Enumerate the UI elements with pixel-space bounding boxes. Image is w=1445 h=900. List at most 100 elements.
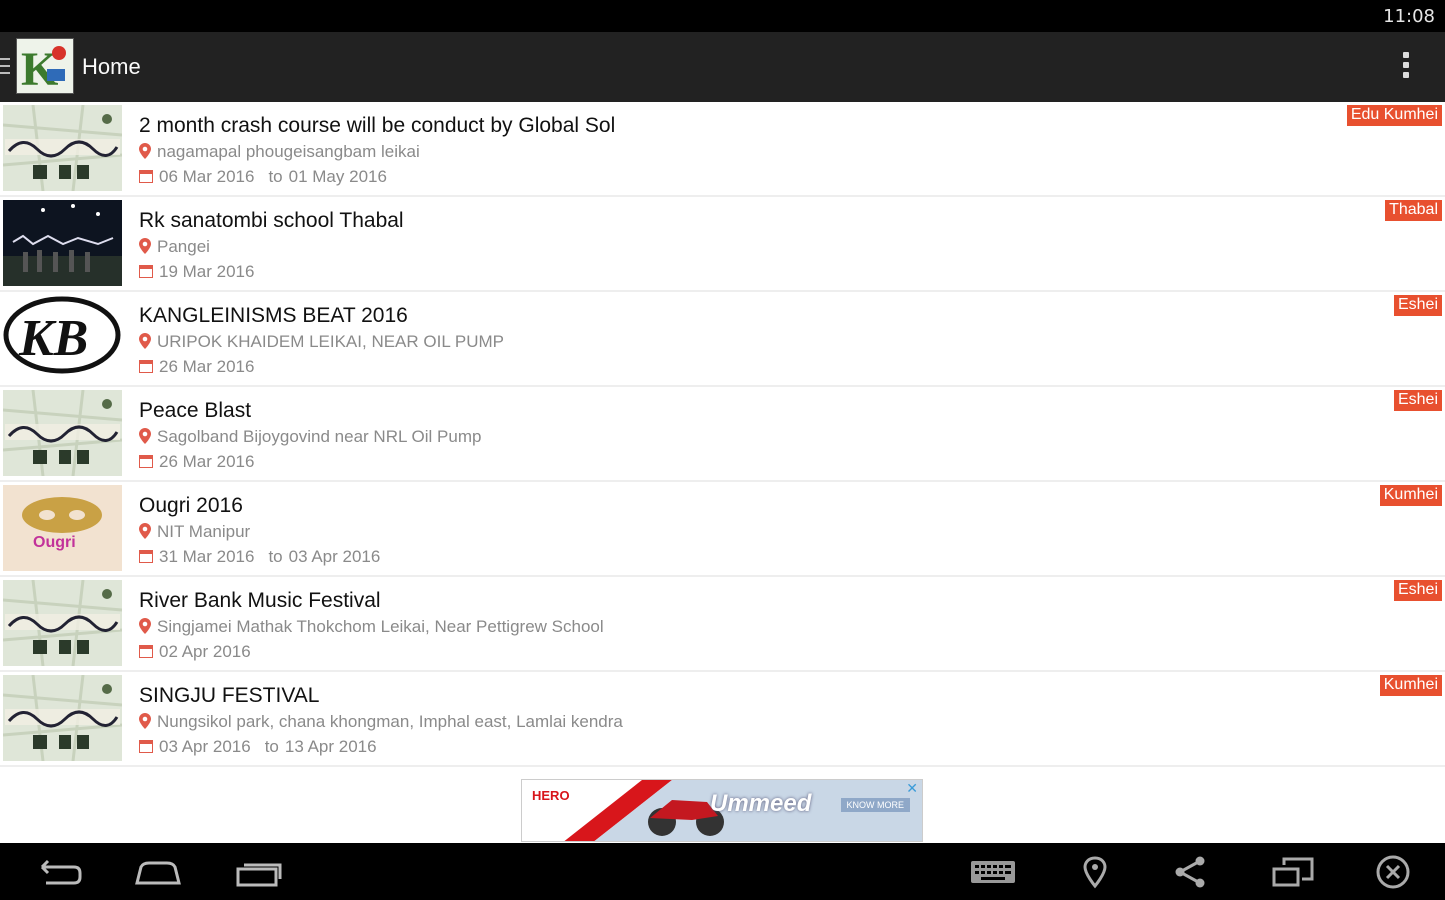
event-title: Rk sanatombi school Thabal bbox=[139, 209, 404, 232]
share-icon[interactable] bbox=[1166, 855, 1216, 889]
event-category-badge: Eshei bbox=[1392, 389, 1443, 412]
location-pin-icon bbox=[139, 143, 151, 159]
event-end-date: 13 Apr 2016 bbox=[284, 737, 377, 756]
event-list-item[interactable]: Peace Blast Sagolband Bijoygovind near N… bbox=[0, 387, 1445, 482]
action-bar: K Home bbox=[0, 32, 1445, 102]
event-dates: 26 Mar 2016 bbox=[139, 452, 254, 472]
svg-text:Ougri: Ougri bbox=[33, 534, 76, 551]
event-location: Pangei bbox=[139, 237, 210, 257]
event-location-text: URIPOK KHAIDEM LEIKAI, NEAR OIL PUMP bbox=[157, 332, 505, 351]
event-location-text: Pangei bbox=[157, 237, 210, 256]
event-start-date: 03 Apr 2016 bbox=[159, 737, 251, 756]
ad-cta-button[interactable]: KNOW MORE bbox=[840, 798, 910, 812]
app-logo[interactable]: K bbox=[16, 38, 74, 96]
event-location: Nungsikol park, chana khongman, Imphal e… bbox=[139, 712, 623, 732]
status-clock: 11:08 bbox=[1383, 6, 1435, 27]
event-start-date: 06 Mar 2016 bbox=[159, 167, 255, 186]
event-list-item[interactable]: 2 month crash course will be conduct by … bbox=[0, 102, 1445, 197]
event-category-badge: Edu Kumhei bbox=[1345, 104, 1443, 127]
calendar-icon bbox=[139, 455, 153, 468]
ad-close-icon[interactable]: ✕ bbox=[906, 780, 918, 797]
home-icon[interactable] bbox=[133, 855, 183, 889]
event-title: River Bank Music Festival bbox=[139, 589, 381, 612]
event-location: URIPOK KHAIDEM LEIKAI, NEAR OIL PUMP bbox=[139, 332, 504, 352]
calendar-icon bbox=[139, 360, 153, 373]
event-title: 2 month crash course will be conduct by … bbox=[139, 114, 616, 137]
event-thumbnail: KB bbox=[3, 295, 122, 381]
location-pin-icon bbox=[139, 238, 151, 254]
recent-apps-icon[interactable] bbox=[234, 855, 284, 889]
event-title: Ougri 2016 bbox=[139, 494, 243, 517]
event-list-item[interactable]: Rk sanatombi school Thabal Pangei 19 Mar… bbox=[0, 197, 1445, 292]
event-start-date: 26 Mar 2016 bbox=[159, 357, 255, 376]
event-dates: 31 Mar 2016 to 03 Apr 2016 bbox=[139, 547, 380, 567]
event-list-item[interactable]: SINGJU FESTIVAL Nungsikol park, chana kh… bbox=[0, 672, 1445, 767]
event-title: Peace Blast bbox=[139, 399, 252, 422]
event-start-date: 02 Apr 2016 bbox=[159, 642, 251, 661]
event-category-badge: Thabal bbox=[1384, 199, 1443, 222]
event-location: Singjamei Mathak Thokchom Leikai, Near P… bbox=[139, 617, 604, 637]
event-thumbnail bbox=[3, 675, 122, 761]
calendar-icon bbox=[139, 645, 153, 658]
location-icon[interactable] bbox=[1070, 855, 1120, 889]
event-title: KANGLEINISMS BEAT 2016 bbox=[139, 304, 408, 327]
status-bar: 11:08 bbox=[0, 0, 1445, 32]
ad-banner[interactable]: HERO Ummeed KNOW MORE ✕ bbox=[521, 779, 923, 842]
location-pin-icon bbox=[139, 428, 151, 444]
event-location: Sagolband Bijoygovind near NRL Oil Pump bbox=[139, 427, 481, 447]
rotate-screen-icon[interactable] bbox=[1268, 855, 1318, 889]
event-thumbnail: Ougri bbox=[3, 485, 122, 571]
event-date-separator: to bbox=[264, 737, 279, 756]
event-category-badge: Kumhei bbox=[1378, 674, 1443, 697]
event-end-date: 01 May 2016 bbox=[288, 167, 387, 186]
event-location-text: Nungsikol park, chana khongman, Imphal e… bbox=[157, 712, 623, 731]
page-title: Home bbox=[82, 54, 141, 79]
calendar-icon bbox=[139, 170, 153, 183]
event-location-text: nagamapal phougeisangbam leikai bbox=[157, 142, 420, 161]
event-start-date: 26 Mar 2016 bbox=[159, 452, 255, 471]
location-pin-icon bbox=[139, 523, 151, 539]
event-category-badge: Eshei bbox=[1392, 579, 1443, 602]
ad-headline: Ummeed bbox=[710, 790, 812, 817]
event-dates: 19 Mar 2016 bbox=[139, 262, 254, 282]
event-dates: 03 Apr 2016 to 13 Apr 2016 bbox=[139, 737, 377, 757]
event-dates: 26 Mar 2016 bbox=[139, 357, 254, 377]
close-icon[interactable] bbox=[1368, 855, 1418, 889]
event-list-item[interactable]: River Bank Music Festival Singjamei Math… bbox=[0, 577, 1445, 672]
svg-text:KB: KB bbox=[18, 310, 88, 367]
event-thumbnail bbox=[3, 580, 122, 666]
event-list: 2 month crash course will be conduct by … bbox=[0, 102, 1445, 767]
back-icon[interactable] bbox=[34, 855, 84, 889]
event-title: SINGJU FESTIVAL bbox=[139, 684, 320, 707]
keyboard-icon[interactable] bbox=[968, 855, 1018, 889]
event-location-text: Sagolband Bijoygovind near NRL Oil Pump bbox=[157, 427, 482, 446]
calendar-icon bbox=[139, 265, 153, 278]
event-date-separator: to bbox=[268, 547, 283, 566]
event-start-date: 19 Mar 2016 bbox=[159, 262, 255, 281]
calendar-icon bbox=[139, 550, 153, 563]
event-dates: 02 Apr 2016 bbox=[139, 642, 251, 662]
event-category-badge: Kumhei bbox=[1378, 484, 1443, 507]
event-location: NIT Manipur bbox=[139, 522, 250, 542]
event-thumbnail bbox=[3, 200, 122, 286]
event-list-item[interactable]: KB KANGLEINISMS BEAT 2016 URIPOK KHAIDEM… bbox=[0, 292, 1445, 387]
calendar-icon bbox=[139, 740, 153, 753]
location-pin-icon bbox=[139, 713, 151, 729]
event-category-badge: Eshei bbox=[1392, 294, 1443, 317]
event-dates: 06 Mar 2016 to 01 May 2016 bbox=[139, 167, 387, 187]
drawer-indicator-icon[interactable] bbox=[0, 58, 10, 74]
event-end-date: 03 Apr 2016 bbox=[288, 547, 381, 566]
location-pin-icon bbox=[139, 333, 151, 349]
event-location-text: Singjamei Mathak Thokchom Leikai, Near P… bbox=[157, 617, 604, 636]
event-date-separator: to bbox=[268, 167, 283, 186]
event-location: nagamapal phougeisangbam leikai bbox=[139, 142, 420, 162]
event-thumbnail bbox=[3, 390, 122, 476]
overflow-menu-icon[interactable] bbox=[1403, 52, 1411, 82]
event-location-text: NIT Manipur bbox=[157, 522, 251, 541]
system-nav-bar bbox=[0, 843, 1445, 900]
event-thumbnail bbox=[3, 105, 122, 191]
event-list-item[interactable]: Ougri Ougri 2016 NIT Manipur 31 Mar 2016… bbox=[0, 482, 1445, 577]
event-start-date: 31 Mar 2016 bbox=[159, 547, 255, 566]
ad-brand: HERO bbox=[532, 788, 570, 803]
location-pin-icon bbox=[139, 618, 151, 634]
